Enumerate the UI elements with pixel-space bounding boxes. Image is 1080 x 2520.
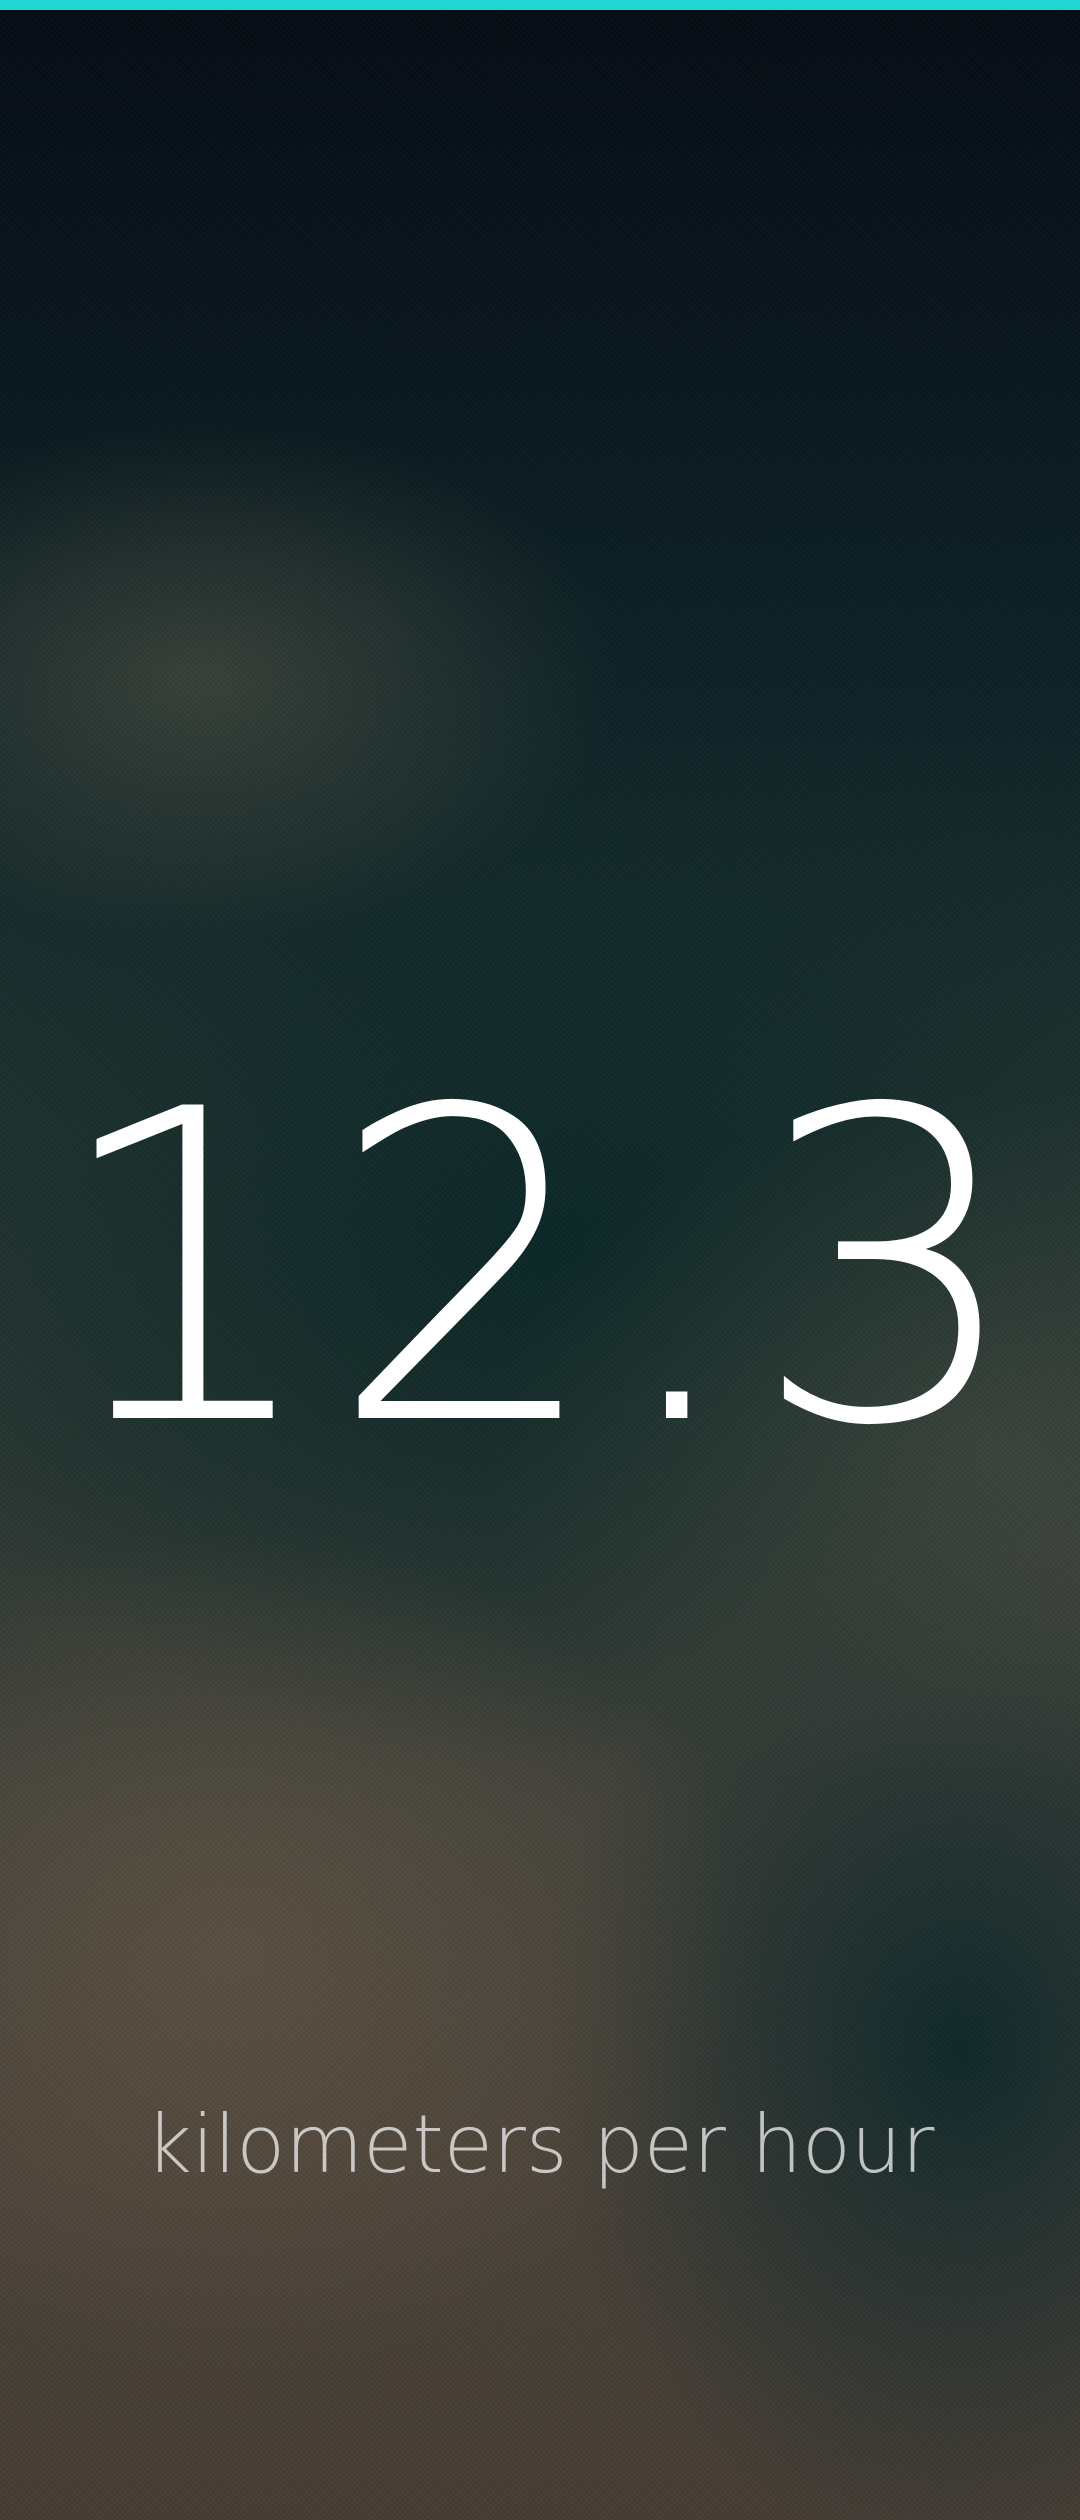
top-accent-bar [0,0,1080,10]
speed-unit-label: kilometers per hour [145,2098,935,2191]
speed-value: 12.3 [49,1020,1031,1520]
speedometer-screen: 12.3 kilometers per hour [0,0,1080,2520]
